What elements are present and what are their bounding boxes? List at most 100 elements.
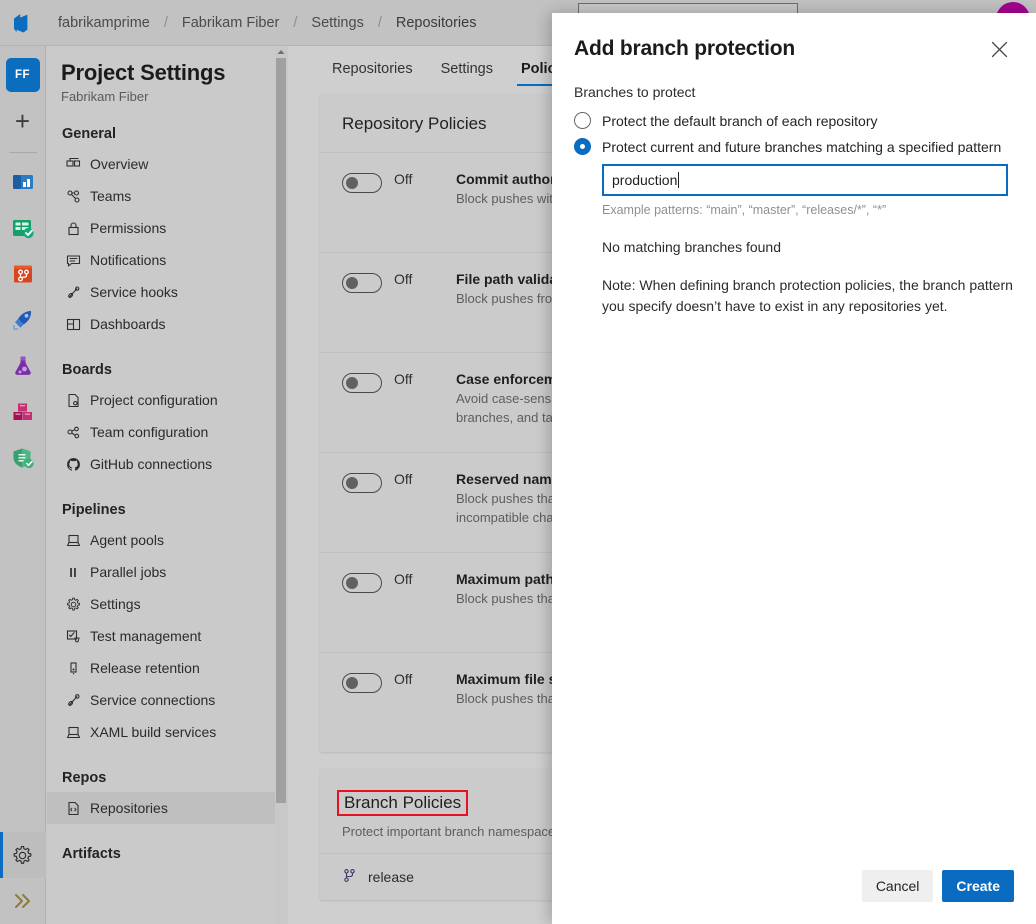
branch-policy-name: release xyxy=(368,869,414,885)
sidebar-item-agent-pools[interactable]: Agent pools xyxy=(47,524,287,556)
breadcrumb-separator: / xyxy=(366,15,394,31)
sidebar-item-label: Team configuration xyxy=(90,424,208,440)
breadcrumb-separator: / xyxy=(152,15,180,31)
sidebar-item-label: Release retention xyxy=(90,660,200,676)
radio-pattern-label: Protect current and future branches matc… xyxy=(602,139,1001,155)
sidebar-item-test-management[interactable]: Test management xyxy=(47,620,287,652)
sidebar-item-release-retention[interactable]: Release retention xyxy=(47,652,287,684)
boards-hub-icon[interactable] xyxy=(6,211,40,245)
radio-default-branch[interactable] xyxy=(574,112,591,129)
toggle-knob xyxy=(346,577,358,589)
test-management-icon xyxy=(65,628,81,644)
repos-hub-icon[interactable] xyxy=(6,257,40,291)
policy-toggle[interactable] xyxy=(342,673,382,693)
sidebar-item-label: Repositories xyxy=(90,800,168,816)
toggle-knob xyxy=(346,377,358,389)
sidebar-item-label: Overview xyxy=(90,156,148,172)
sidebar-item-label: GitHub connections xyxy=(90,456,212,472)
breadcrumb-settings[interactable]: Settings xyxy=(309,15,365,31)
release-retention-icon xyxy=(65,660,81,676)
breadcrumb-project[interactable]: Fabrikam Fiber xyxy=(180,15,282,31)
dialog-footer: Cancel Create xyxy=(552,870,1036,924)
policy-toggle[interactable] xyxy=(342,573,382,593)
project-settings-sidebar: Project Settings Fabrikam Fiber General … xyxy=(47,46,287,924)
pipelines-hub-icon[interactable] xyxy=(6,303,40,337)
sidebar-item-repositories[interactable]: Repositories xyxy=(47,792,287,824)
policy-state: Off xyxy=(394,171,434,187)
tab-settings[interactable]: Settings xyxy=(427,61,507,86)
policy-toggle[interactable] xyxy=(342,473,382,493)
no-matching-branches-message: No matching branches found xyxy=(602,239,1014,255)
parallel-jobs-icon xyxy=(65,564,81,580)
repository-icon xyxy=(65,800,81,816)
breadcrumb-org[interactable]: fabrikamprime xyxy=(56,15,152,31)
breadcrumb-separator: / xyxy=(281,15,309,31)
sidebar-scroll-thumb[interactable] xyxy=(276,58,286,803)
hub-rail: FF + xyxy=(0,46,46,924)
sidebar-item-github-connections[interactable]: GitHub connections xyxy=(47,448,287,480)
sidebar-item-parallel-jobs[interactable]: Parallel jobs xyxy=(47,556,287,588)
breadcrumb: fabrikamprime / Fabrikam Fiber / Setting… xyxy=(56,15,478,31)
branch-pattern-input[interactable]: production xyxy=(602,164,1008,196)
close-icon[interactable] xyxy=(984,34,1014,64)
service-hooks-icon xyxy=(65,284,81,300)
radio-option-default-branch[interactable]: Protect the default branch of each repos… xyxy=(574,112,1014,129)
github-icon xyxy=(65,456,81,472)
sidebar-item-label: Notifications xyxy=(90,252,166,268)
radio-pattern[interactable] xyxy=(574,138,591,155)
sidebar-item-label: Dashboards xyxy=(90,316,166,332)
branch-protection-note: Note: When defining branch protection po… xyxy=(602,275,1014,317)
overview-hub-icon[interactable] xyxy=(6,165,40,199)
sidebar-item-service-hooks[interactable]: Service hooks xyxy=(47,276,287,308)
artifacts-hub-icon[interactable] xyxy=(6,395,40,429)
dialog-header: Add branch protection xyxy=(552,13,1036,64)
dashboards-icon xyxy=(65,316,81,332)
azure-devops-logo-icon[interactable] xyxy=(0,0,46,46)
sidebar-item-notifications[interactable]: Notifications xyxy=(47,244,287,276)
create-button[interactable]: Create xyxy=(942,870,1014,902)
policy-toggle[interactable] xyxy=(342,273,382,293)
policy-state: Off xyxy=(394,371,434,387)
policy-toggle[interactable] xyxy=(342,173,382,193)
rail-project-avatar[interactable]: FF xyxy=(6,58,40,92)
branch-pattern-value: production xyxy=(612,172,677,188)
advanced-security-hub-icon[interactable] xyxy=(6,441,40,475)
toggle-knob xyxy=(346,177,358,189)
toggle-knob xyxy=(346,677,358,689)
team-config-icon xyxy=(65,424,81,440)
project-settings-gear-icon[interactable] xyxy=(0,832,46,878)
sidebar-item-team-configuration[interactable]: Team configuration xyxy=(47,416,287,448)
branch-policies-title: Branch Policies xyxy=(337,790,468,816)
test-plans-hub-icon[interactable] xyxy=(6,349,40,383)
breadcrumb-repositories[interactable]: Repositories xyxy=(394,15,479,31)
app-root: fabrikamprime / Fabrikam Fiber / Setting… xyxy=(0,0,1036,924)
policy-toggle[interactable] xyxy=(342,373,382,393)
sidebar-item-label: Teams xyxy=(90,188,131,204)
expand-rail-icon[interactable] xyxy=(0,878,46,924)
policy-state: Off xyxy=(394,571,434,587)
sidebar-item-label: Settings xyxy=(90,596,141,612)
notification-icon xyxy=(65,252,81,268)
scroll-up-arrow-icon[interactable] xyxy=(275,46,287,58)
sidebar-item-service-connections[interactable]: Service connections xyxy=(47,684,287,716)
cancel-button[interactable]: Cancel xyxy=(862,870,934,902)
sidebar-item-overview[interactable]: Overview xyxy=(47,148,287,180)
sidebar-group-artifacts: Artifacts xyxy=(47,824,287,868)
text-caret xyxy=(678,172,679,188)
add-branch-protection-dialog: Add branch protection Branches to protec… xyxy=(552,13,1036,924)
sidebar-item-permissions[interactable]: Permissions xyxy=(47,212,287,244)
radio-option-pattern[interactable]: Protect current and future branches matc… xyxy=(574,138,1014,155)
policy-state: Off xyxy=(394,471,434,487)
sidebar-scrollbar[interactable] xyxy=(275,46,287,924)
sidebar-item-dashboards[interactable]: Dashboards xyxy=(47,308,287,340)
sidebar-item-xaml-build-services[interactable]: XAML build services xyxy=(47,716,287,748)
sidebar-group-pipelines: Pipelines xyxy=(47,480,287,524)
sidebar-header: Project Settings Fabrikam Fiber xyxy=(47,46,287,104)
sidebar-item-teams[interactable]: Teams xyxy=(47,180,287,212)
rail-new-item-icon[interactable]: + xyxy=(6,104,40,138)
sidebar-item-label: Permissions xyxy=(90,220,166,236)
sidebar-item-pipelines-settings[interactable]: Settings xyxy=(47,588,287,620)
sidebar-item-project-configuration[interactable]: Project configuration xyxy=(47,384,287,416)
tab-repositories[interactable]: Repositories xyxy=(318,61,427,86)
sidebar-item-label: Service connections xyxy=(90,692,215,708)
